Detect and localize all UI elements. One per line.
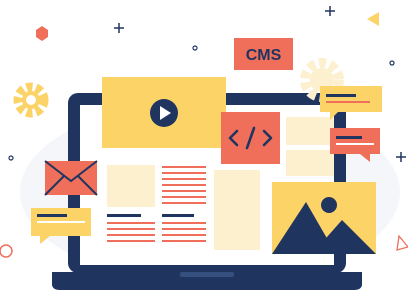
dot-shape <box>192 45 198 51</box>
ring-icon <box>0 244 13 258</box>
video-card <box>102 77 226 148</box>
illustration-canvas: CMS <box>0 6 408 290</box>
article-title-2 <box>162 214 194 217</box>
widget-block-1 <box>286 117 334 145</box>
article-line <box>162 178 206 180</box>
article-line <box>162 166 206 168</box>
gear-icon <box>13 82 49 118</box>
article-line <box>107 228 155 230</box>
article-line <box>107 234 155 236</box>
dot-shape <box>389 60 395 66</box>
article-line <box>162 202 206 204</box>
article-line <box>162 172 206 174</box>
article-line <box>162 222 206 224</box>
article-thumb-1 <box>107 165 155 207</box>
article-line <box>107 222 155 224</box>
dot-shape <box>8 155 14 161</box>
plus-icon <box>325 6 335 16</box>
plus-icon <box>396 152 406 162</box>
article-line <box>162 196 206 198</box>
sidebar-block <box>214 170 260 250</box>
article-line <box>162 184 206 186</box>
hexagon-shape <box>36 26 48 41</box>
laptop-notch <box>180 272 234 277</box>
code-card <box>221 112 280 164</box>
cms-badge-label: CMS <box>246 47 282 64</box>
triangle-icon <box>367 12 379 26</box>
cms-badge: CMS <box>234 38 293 70</box>
play-icon <box>150 99 178 127</box>
article-line <box>162 240 206 242</box>
mail-icon <box>44 160 98 196</box>
triangle-icon <box>396 234 408 251</box>
article-line <box>162 190 206 192</box>
article-line <box>162 228 206 230</box>
widget-block-2 <box>286 150 334 176</box>
article-line <box>107 240 155 242</box>
cms-illustration: CMS <box>0 0 408 294</box>
plus-icon <box>114 23 124 33</box>
article-title-1 <box>107 214 141 217</box>
image-icon <box>272 182 376 254</box>
article-line <box>162 234 206 236</box>
